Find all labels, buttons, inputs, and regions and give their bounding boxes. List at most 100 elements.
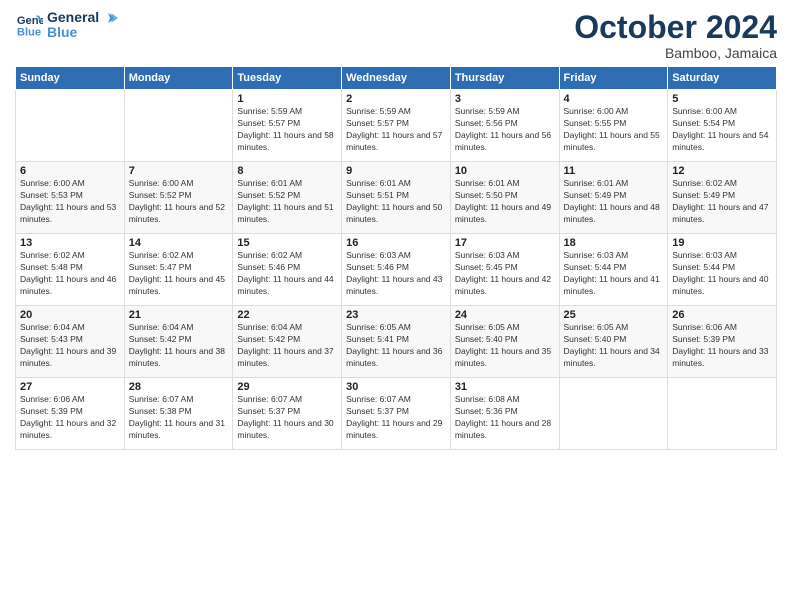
calendar-week-2: 6Sunrise: 6:00 AMSunset: 5:53 PMDaylight… [16,162,777,234]
day-number: 20 [20,309,120,321]
day-number: 3 [455,93,555,105]
logo-line2: Blue [47,25,118,40]
day-detail: Sunrise: 6:03 AMSunset: 5:44 PMDaylight:… [672,250,772,298]
calendar-cell [124,90,233,162]
calendar-cell [559,378,668,450]
calendar-cell: 3Sunrise: 5:59 AMSunset: 5:56 PMDaylight… [450,90,559,162]
calendar-cell: 6Sunrise: 6:00 AMSunset: 5:53 PMDaylight… [16,162,125,234]
day-number: 5 [672,93,772,105]
day-number: 11 [564,165,664,177]
day-number: 19 [672,237,772,249]
day-number: 13 [20,237,120,249]
month-title: October 2024 [574,10,777,45]
weekday-header-monday: Monday [124,67,233,90]
weekday-header-thursday: Thursday [450,67,559,90]
day-number: 31 [455,381,555,393]
day-number: 8 [237,165,337,177]
calendar-cell: 15Sunrise: 6:02 AMSunset: 5:46 PMDayligh… [233,234,342,306]
calendar-cell: 23Sunrise: 6:05 AMSunset: 5:41 PMDayligh… [342,306,451,378]
calendar-week-4: 20Sunrise: 6:04 AMSunset: 5:43 PMDayligh… [16,306,777,378]
calendar-cell: 18Sunrise: 6:03 AMSunset: 5:44 PMDayligh… [559,234,668,306]
calendar-cell: 29Sunrise: 6:07 AMSunset: 5:37 PMDayligh… [233,378,342,450]
weekday-header-tuesday: Tuesday [233,67,342,90]
day-detail: Sunrise: 5:59 AMSunset: 5:57 PMDaylight:… [346,106,446,154]
calendar-cell [16,90,125,162]
day-detail: Sunrise: 6:07 AMSunset: 5:37 PMDaylight:… [346,394,446,442]
day-detail: Sunrise: 6:08 AMSunset: 5:36 PMDaylight:… [455,394,555,442]
title-block: October 2024 Bamboo, Jamaica [574,10,777,61]
calendar-week-3: 13Sunrise: 6:02 AMSunset: 5:48 PMDayligh… [16,234,777,306]
calendar-cell: 27Sunrise: 6:06 AMSunset: 5:39 PMDayligh… [16,378,125,450]
calendar-cell: 31Sunrise: 6:08 AMSunset: 5:36 PMDayligh… [450,378,559,450]
day-detail: Sunrise: 6:02 AMSunset: 5:46 PMDaylight:… [237,250,337,298]
weekday-header-saturday: Saturday [668,67,777,90]
day-number: 16 [346,237,446,249]
calendar-week-1: 1Sunrise: 5:59 AMSunset: 5:57 PMDaylight… [16,90,777,162]
day-number: 17 [455,237,555,249]
weekday-header-sunday: Sunday [16,67,125,90]
day-detail: Sunrise: 6:01 AMSunset: 5:52 PMDaylight:… [237,178,337,226]
page-container: General Blue General Blue October 2024 B… [0,0,792,460]
calendar-cell: 10Sunrise: 6:01 AMSunset: 5:50 PMDayligh… [450,162,559,234]
calendar-cell: 8Sunrise: 6:01 AMSunset: 5:52 PMDaylight… [233,162,342,234]
day-number: 14 [129,237,229,249]
day-number: 4 [564,93,664,105]
logo-line1: General [47,10,118,25]
day-detail: Sunrise: 6:01 AMSunset: 5:50 PMDaylight:… [455,178,555,226]
calendar-cell: 22Sunrise: 6:04 AMSunset: 5:42 PMDayligh… [233,306,342,378]
calendar-table: SundayMondayTuesdayWednesdayThursdayFrid… [15,66,777,450]
calendar-cell: 14Sunrise: 6:02 AMSunset: 5:47 PMDayligh… [124,234,233,306]
calendar-cell [668,378,777,450]
logo-chevron [100,11,118,25]
weekday-header-wednesday: Wednesday [342,67,451,90]
day-number: 10 [455,165,555,177]
logo-icon: General Blue [15,11,43,39]
day-number: 2 [346,93,446,105]
calendar-cell: 20Sunrise: 6:04 AMSunset: 5:43 PMDayligh… [16,306,125,378]
day-number: 26 [672,309,772,321]
day-number: 7 [129,165,229,177]
calendar-cell: 7Sunrise: 6:00 AMSunset: 5:52 PMDaylight… [124,162,233,234]
day-number: 25 [564,309,664,321]
day-detail: Sunrise: 6:04 AMSunset: 5:43 PMDaylight:… [20,322,120,370]
day-number: 28 [129,381,229,393]
day-number: 6 [20,165,120,177]
day-detail: Sunrise: 6:01 AMSunset: 5:51 PMDaylight:… [346,178,446,226]
calendar-cell: 13Sunrise: 6:02 AMSunset: 5:48 PMDayligh… [16,234,125,306]
day-number: 29 [237,381,337,393]
day-number: 18 [564,237,664,249]
location-subtitle: Bamboo, Jamaica [574,45,777,61]
day-number: 23 [346,309,446,321]
day-detail: Sunrise: 6:00 AMSunset: 5:53 PMDaylight:… [20,178,120,226]
calendar-cell: 5Sunrise: 6:00 AMSunset: 5:54 PMDaylight… [668,90,777,162]
day-number: 27 [20,381,120,393]
weekday-header-friday: Friday [559,67,668,90]
calendar-cell: 9Sunrise: 6:01 AMSunset: 5:51 PMDaylight… [342,162,451,234]
calendar-cell: 24Sunrise: 6:05 AMSunset: 5:40 PMDayligh… [450,306,559,378]
day-detail: Sunrise: 6:05 AMSunset: 5:41 PMDaylight:… [346,322,446,370]
day-number: 22 [237,309,337,321]
day-detail: Sunrise: 6:07 AMSunset: 5:38 PMDaylight:… [129,394,229,442]
day-detail: Sunrise: 6:04 AMSunset: 5:42 PMDaylight:… [237,322,337,370]
day-detail: Sunrise: 6:02 AMSunset: 5:48 PMDaylight:… [20,250,120,298]
day-detail: Sunrise: 6:06 AMSunset: 5:39 PMDaylight:… [20,394,120,442]
calendar-cell: 1Sunrise: 5:59 AMSunset: 5:57 PMDaylight… [233,90,342,162]
calendar-week-5: 27Sunrise: 6:06 AMSunset: 5:39 PMDayligh… [16,378,777,450]
day-detail: Sunrise: 6:06 AMSunset: 5:39 PMDaylight:… [672,322,772,370]
calendar-cell: 11Sunrise: 6:01 AMSunset: 5:49 PMDayligh… [559,162,668,234]
day-number: 15 [237,237,337,249]
day-detail: Sunrise: 6:03 AMSunset: 5:44 PMDaylight:… [564,250,664,298]
weekday-header-row: SundayMondayTuesdayWednesdayThursdayFrid… [16,67,777,90]
header: General Blue General Blue October 2024 B… [15,10,777,61]
calendar-cell: 2Sunrise: 5:59 AMSunset: 5:57 PMDaylight… [342,90,451,162]
day-number: 12 [672,165,772,177]
calendar-cell: 16Sunrise: 6:03 AMSunset: 5:46 PMDayligh… [342,234,451,306]
day-number: 24 [455,309,555,321]
calendar-cell: 25Sunrise: 6:05 AMSunset: 5:40 PMDayligh… [559,306,668,378]
calendar-cell: 28Sunrise: 6:07 AMSunset: 5:38 PMDayligh… [124,378,233,450]
day-detail: Sunrise: 6:04 AMSunset: 5:42 PMDaylight:… [129,322,229,370]
day-detail: Sunrise: 6:01 AMSunset: 5:49 PMDaylight:… [564,178,664,226]
calendar-cell: 4Sunrise: 6:00 AMSunset: 5:55 PMDaylight… [559,90,668,162]
calendar-cell: 12Sunrise: 6:02 AMSunset: 5:49 PMDayligh… [668,162,777,234]
day-number: 9 [346,165,446,177]
